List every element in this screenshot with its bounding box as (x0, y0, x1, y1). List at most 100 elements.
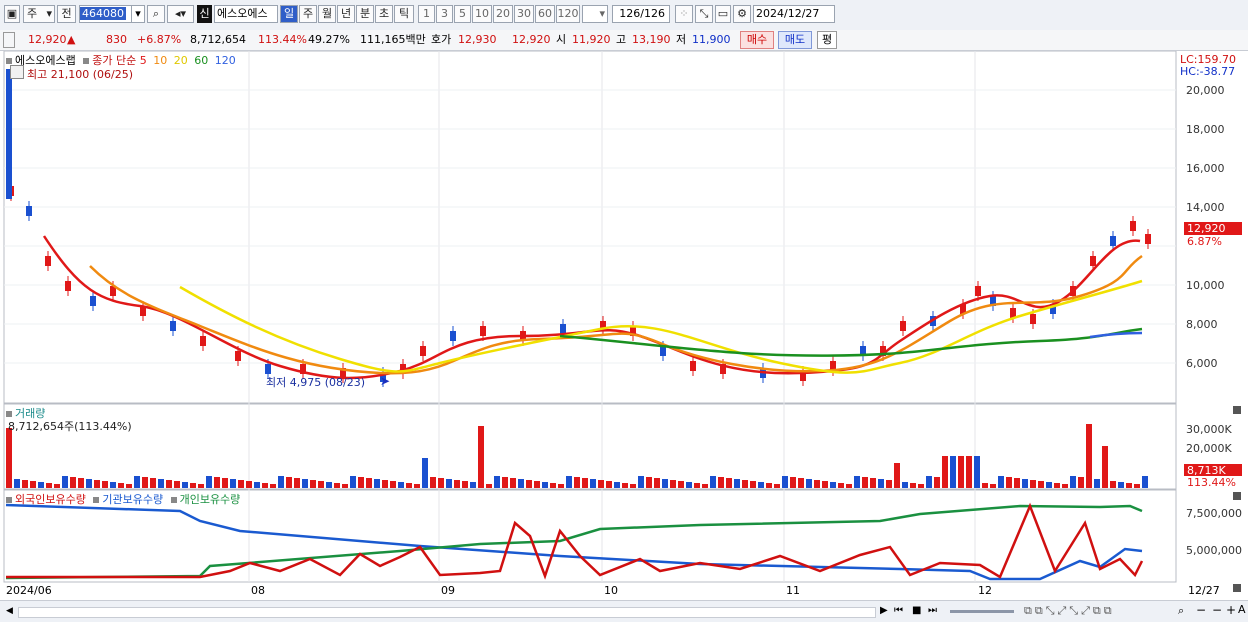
sell-button[interactable]: 매도 (778, 31, 812, 49)
save-icon[interactable]: ▭ (715, 5, 731, 23)
price-change: 830 (106, 33, 127, 46)
drawing-tools-icons[interactable]: ⧉⧉⤡⤢⤡⤢⧉⧉ (1024, 604, 1115, 618)
volume-bar (190, 483, 196, 488)
price-tick-label: 6,000 (1186, 357, 1218, 370)
volume-bar (798, 478, 804, 488)
period-tab-second[interactable]: 초 (375, 5, 393, 23)
volume-bar (806, 479, 812, 488)
open-label: 시 (556, 33, 567, 46)
plus-icon[interactable]: + (1226, 603, 1236, 617)
buy-button[interactable]: 매수 (740, 31, 774, 49)
jump-first-icon[interactable]: ⏮ (894, 605, 903, 616)
date-field[interactable]: 2024/12/27 (753, 5, 835, 23)
up-arrow-icon: ▲ (67, 33, 76, 46)
volume-bar (694, 483, 700, 488)
interval-1[interactable]: 1 (418, 5, 435, 23)
ma-60: 60 (194, 54, 209, 67)
volume-bar (686, 482, 692, 488)
x-label-09: 09 (441, 584, 455, 597)
volume-bar (110, 482, 116, 488)
dots-icon[interactable]: ⁘ (675, 5, 693, 23)
volume-bar (510, 478, 516, 488)
horizontal-scrollbar[interactable] (18, 607, 876, 618)
trade-volume: 8,712,654 (190, 33, 246, 46)
high-label: 고 (616, 33, 627, 46)
candle-body (65, 281, 71, 291)
interval-30[interactable]: 30 (514, 5, 534, 23)
interval-10[interactable]: 10 (472, 5, 492, 23)
interval-60[interactable]: 60 (535, 5, 555, 23)
scroll-left-icon[interactable]: ◀ (6, 606, 13, 616)
stop-icon[interactable]: ■ (912, 605, 921, 616)
volume-bar (606, 481, 612, 488)
chart-settings-icon[interactable]: ▣ (4, 5, 20, 23)
magnify-icon[interactable]: ⌕ (1178, 604, 1184, 618)
volume-bar (206, 476, 212, 488)
crosshair-icon[interactable]: ⤡ (695, 5, 713, 23)
volume-bar (654, 478, 660, 488)
stock-code-input[interactable]: 464080 ▾ (79, 5, 145, 23)
volume-bar (526, 480, 532, 488)
interval-custom-select[interactable]: ▾ (582, 5, 608, 23)
font-size-icon[interactable]: A (1238, 603, 1246, 616)
ma-120: 120 (214, 54, 236, 67)
volume-bar (926, 476, 932, 488)
price-tick-label: 16,000 (1186, 162, 1225, 175)
code-dropdown-icon[interactable]: ▾ (131, 6, 144, 22)
chart-area[interactable]: 12,920 6.87% 8,713K 113.44% ➤ (0, 51, 1248, 599)
period-tab-week[interactable]: 주 (299, 5, 317, 23)
calendar-icon[interactable] (10, 65, 24, 79)
price-tick-label: 14,000 (1186, 201, 1225, 214)
legend-square-icon (93, 497, 100, 503)
individual-holding-label: 개인보유수량 (179, 493, 241, 506)
type-select[interactable]: 주 ▾ (23, 5, 55, 23)
minus-icon[interactable]: − (1212, 603, 1222, 617)
volume-bar (134, 476, 140, 488)
period-tab-tick[interactable]: 틱 (394, 5, 414, 23)
volume-close-icon[interactable] (1233, 406, 1241, 414)
x-label-2024-06: 2024/06 (6, 584, 52, 597)
volume-bar (894, 463, 900, 488)
candle-body (975, 286, 981, 296)
interval-20[interactable]: 20 (493, 5, 513, 23)
high-price: 13,190 (632, 33, 671, 46)
gear-icon[interactable]: ⚙ (733, 5, 751, 23)
volume-bar (918, 484, 924, 488)
candle-body (900, 321, 906, 331)
volume-bar (38, 482, 44, 488)
volume-bar (102, 481, 108, 488)
period-tab-day[interactable]: 일 (280, 5, 298, 23)
volume-bar (254, 482, 260, 488)
candle-body (450, 331, 456, 341)
volume-bar (478, 426, 484, 488)
speaker-icon[interactable]: ◂▾ (167, 5, 194, 23)
period-tab-month[interactable]: 월 (318, 5, 336, 23)
volume-pct-tag-text: 113.44% (1187, 476, 1236, 489)
volume-bar (878, 479, 884, 488)
xaxis-close-icon[interactable] (1233, 584, 1241, 592)
volume-bar (238, 480, 244, 488)
prev-button[interactable]: 전 (57, 5, 76, 23)
volume-bar (1038, 481, 1044, 488)
interval-5[interactable]: 5 (454, 5, 471, 23)
interval-120[interactable]: 120 (556, 5, 580, 23)
evaluate-button[interactable]: 평 (817, 31, 837, 49)
low-note: 최저 4,975 (08/23) (266, 376, 366, 389)
interval-3[interactable]: 3 (436, 5, 453, 23)
search-icon[interactable]: ⌕ (147, 5, 165, 23)
volume-bar (998, 476, 1004, 488)
count-total: /126 (640, 7, 665, 20)
candle-body (170, 321, 176, 331)
volume-tick-label: 20,000K (1186, 442, 1232, 455)
scroll-right-icon[interactable]: ▶ (880, 605, 888, 616)
period-tab-minute[interactable]: 분 (356, 5, 374, 23)
price-tick-label: 20,000 (1186, 84, 1225, 97)
volume-bar (934, 477, 940, 488)
volume-bar (534, 481, 540, 488)
jump-last-icon[interactable]: ⏭ (928, 605, 937, 616)
holding-close-icon[interactable] (1233, 492, 1241, 500)
count-field[interactable]: 126/126 (612, 5, 670, 23)
zoom-out-icon[interactable]: − (1196, 603, 1206, 617)
zoom-slider[interactable] (950, 610, 1014, 613)
period-tab-year[interactable]: 년 (337, 5, 355, 23)
